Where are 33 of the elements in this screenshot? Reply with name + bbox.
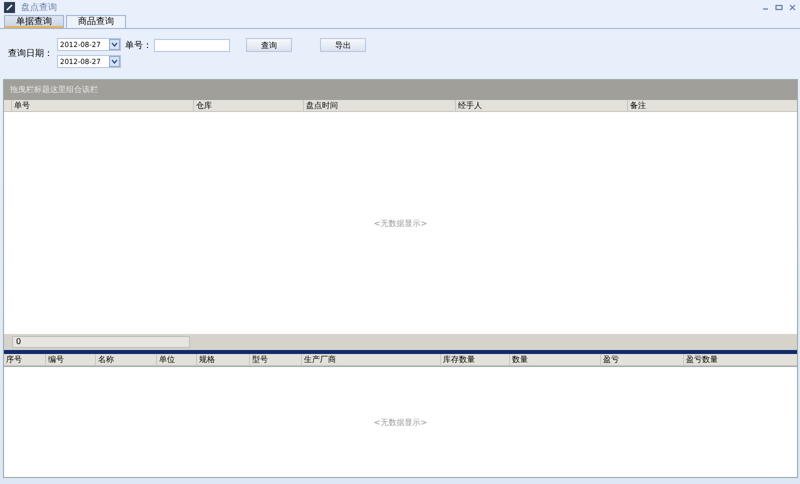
column-header[interactable]: 经手人	[456, 100, 628, 111]
empty-message: <无数据显示>	[374, 218, 428, 228]
column-header[interactable]: 生产厂商	[302, 354, 441, 365]
column-header[interactable]: 序号	[4, 354, 46, 365]
column-header[interactable]: 数量	[510, 354, 601, 365]
column-header[interactable]: 单号	[12, 100, 194, 111]
window-title: 盘点查询	[21, 2, 58, 14]
column-header[interactable]: 单位	[157, 354, 197, 365]
column-header[interactable]: 规格	[197, 354, 250, 365]
column-header[interactable]: 名称	[96, 354, 157, 365]
dropdown-icon[interactable]	[109, 56, 120, 67]
app-icon	[4, 2, 15, 13]
dropdown-icon[interactable]	[109, 39, 120, 50]
tab[interactable]: 商品查询	[66, 15, 126, 28]
export-button[interactable]: 导出	[320, 38, 366, 52]
column-header[interactable]: 编号	[46, 354, 96, 365]
number-label: 单号：	[125, 40, 152, 52]
column-header[interactable]: 库存数量	[441, 354, 510, 365]
group-panel: 拖曳栏标题这里组合该栏	[4, 80, 797, 100]
column-header[interactable]: 盈亏数量	[684, 354, 800, 365]
close-icon[interactable]	[789, 4, 796, 11]
column-header[interactable]: 型号	[250, 354, 302, 365]
column-header[interactable]: 盘点时间	[304, 100, 456, 111]
tab[interactable]: 单据查询	[4, 15, 64, 28]
number-field[interactable]	[154, 38, 230, 52]
column-header[interactable]: 备注	[628, 100, 800, 111]
search-button[interactable]: 查询	[246, 38, 292, 52]
empty-message: <无数据显示>	[374, 416, 428, 428]
date-label: 查询日期：	[8, 48, 53, 60]
footer-summary: 0	[12, 336, 190, 348]
column-header[interactable]: 仓库	[194, 100, 304, 111]
column-header[interactable]: 盈亏	[601, 354, 684, 365]
restore-icon[interactable]	[775, 4, 783, 11]
